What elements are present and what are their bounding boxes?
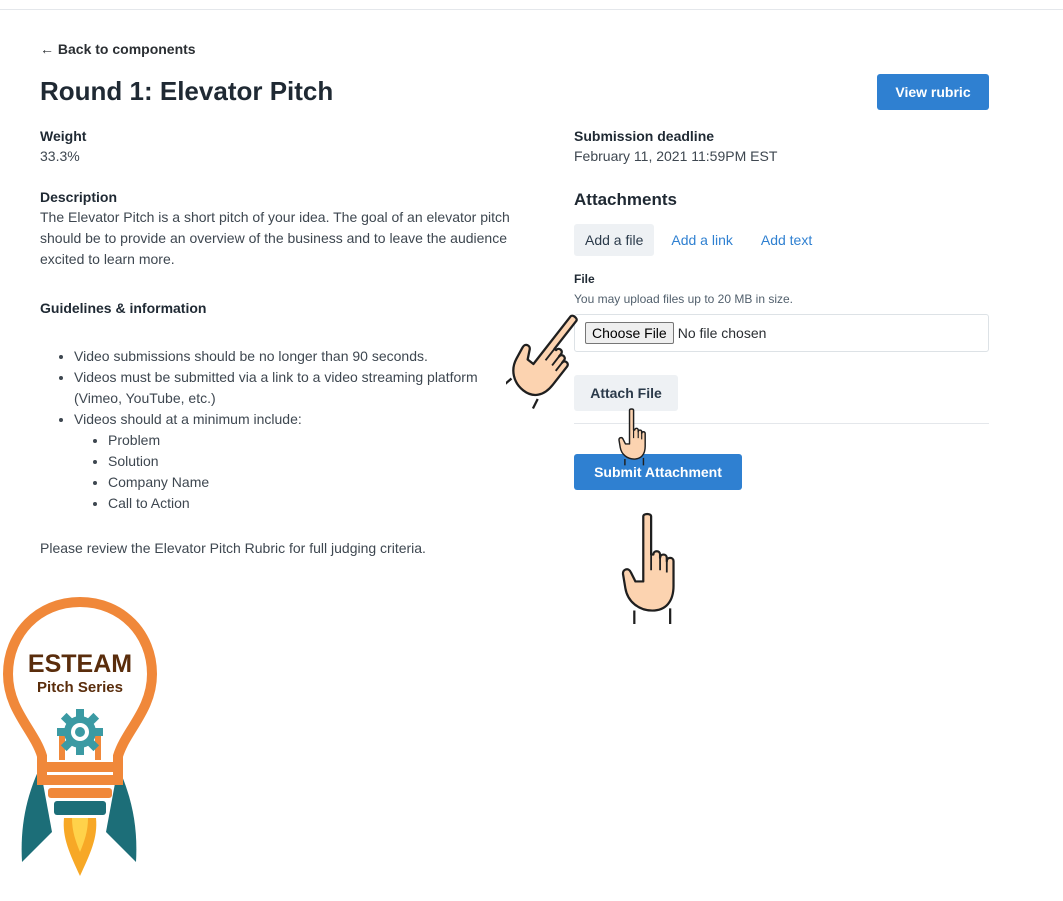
pointing-hand-icon bbox=[621, 512, 675, 624]
attachment-type-tabs: Add a file Add a link Add text bbox=[574, 224, 989, 256]
page-title: Round 1: Elevator Pitch bbox=[40, 76, 334, 106]
attachments-heading: Attachments bbox=[574, 190, 677, 209]
submit-attachment-button[interactable]: Submit Attachment bbox=[574, 454, 742, 490]
list-item: Videos should at a minimum include: Prob… bbox=[74, 409, 520, 514]
pointing-hand-icon bbox=[506, 314, 578, 410]
list-item: Videos must be submitted via a link to a… bbox=[74, 367, 520, 409]
pointing-hand-icon bbox=[618, 408, 646, 466]
guidelines-label: Guidelines & information bbox=[40, 300, 207, 316]
file-input-field[interactable]: Choose File No file chosen bbox=[574, 314, 989, 352]
logo-subtitle: Pitch Series bbox=[37, 679, 123, 696]
back-to-components-link[interactable]: ← Back to components bbox=[40, 41, 196, 57]
file-size-hint: You may upload files up to 20 MB in size… bbox=[574, 292, 794, 306]
gear-icon bbox=[57, 709, 103, 755]
list-item: Video submissions should be no longer th… bbox=[74, 346, 520, 367]
tab-add-file[interactable]: Add a file bbox=[574, 224, 655, 256]
file-label: File bbox=[574, 272, 595, 286]
list-item: Call to Action bbox=[108, 493, 520, 514]
attach-file-button[interactable]: Attach File bbox=[574, 375, 678, 411]
list-item: Problem bbox=[108, 430, 520, 451]
tab-add-text[interactable]: Add text bbox=[750, 224, 823, 256]
weight-label: Weight bbox=[40, 128, 87, 144]
component-details: Weight 33.3% Description The Elevator Pi… bbox=[40, 128, 520, 556]
list-item: Solution bbox=[108, 451, 520, 472]
sub-guidelines-list: Problem Solution Company Name Call to Ac… bbox=[74, 430, 520, 514]
logo-title: ESTEAM bbox=[28, 650, 132, 678]
list-item: Company Name bbox=[108, 472, 520, 493]
tab-add-link[interactable]: Add a link bbox=[660, 224, 743, 256]
lightbulb-rocket-logo: ESTEAM Pitch Series bbox=[2, 596, 158, 876]
description-label: Description bbox=[40, 189, 118, 205]
deadline-value: February 11, 2021 11:59PM EST bbox=[574, 148, 778, 164]
rubric-note: Please review the Elevator Pitch Rubric … bbox=[40, 540, 426, 556]
deadline-label: Submission deadline bbox=[574, 128, 715, 144]
description-text: The Elevator Pitch is a short pitch of y… bbox=[40, 209, 510, 267]
choose-file-button[interactable]: Choose File bbox=[585, 322, 674, 344]
no-file-chosen-text: No file chosen bbox=[677, 325, 767, 341]
weight-value: 33.3% bbox=[40, 148, 80, 164]
guidelines-list: Video submissions should be no longer th… bbox=[40, 346, 520, 514]
list-item-text: Videos should at a minimum include: bbox=[74, 411, 302, 427]
top-divider bbox=[0, 9, 1063, 10]
view-rubric-button[interactable]: View rubric bbox=[877, 74, 989, 110]
